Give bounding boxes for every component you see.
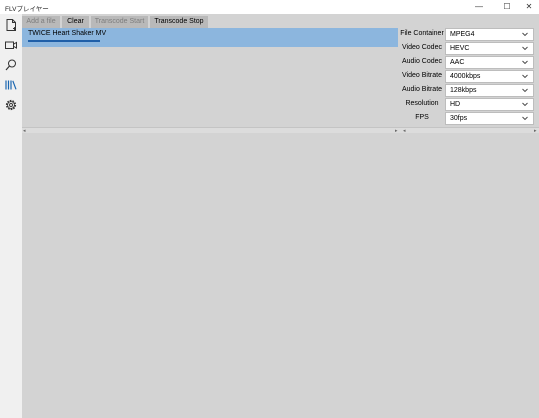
video-camera-icon[interactable] [4, 38, 18, 52]
video-codec-select[interactable]: HEVC [445, 42, 534, 55]
fps-value: 30fps [450, 115, 468, 122]
preview-area [22, 133, 539, 418]
transcode-start-button[interactable]: Transcode Start [91, 16, 148, 28]
title-bar: FLVプレイヤー — ☐ ✕ [0, 0, 539, 14]
video-bitrate-label: Video Bitrate [402, 72, 442, 79]
chevron-down-icon [521, 29, 529, 40]
audio-bitrate-value: 128kbps [450, 87, 477, 94]
search-icon[interactable] [4, 58, 18, 72]
file-container-select[interactable]: MPEG4 [445, 28, 534, 41]
file-list[interactable]: TWICE Heart Shaker MV [22, 28, 398, 143]
chevron-down-icon [521, 85, 529, 96]
sidebar [0, 14, 22, 418]
file-progress-underline [28, 40, 100, 42]
fps-label: FPS [415, 114, 429, 121]
resolution-select[interactable]: HD [445, 98, 534, 111]
chevron-down-icon [521, 43, 529, 54]
list-item[interactable]: TWICE Heart Shaker MV [22, 28, 398, 47]
add-file-button[interactable]: Add a file [22, 16, 60, 28]
resolution-label: Resolution [405, 100, 439, 107]
settings-panel: File Container MPEG4 Video Codec HEVC Au… [399, 28, 539, 128]
fps-select[interactable]: 30fps [445, 112, 534, 125]
video-bitrate-value: 4000kbps [450, 73, 481, 80]
close-button[interactable]: ✕ [516, 0, 539, 14]
chevron-down-icon [521, 113, 529, 124]
audio-bitrate-select[interactable]: 128kbps [445, 84, 534, 97]
audio-codec-label: Audio Codec [401, 58, 443, 65]
clear-button[interactable]: Clear [62, 16, 89, 28]
file-container-value: MPEG4 [450, 31, 475, 38]
file-name: TWICE Heart Shaker MV [28, 30, 107, 37]
main-content: Add a file Clear Transcode Start Transco… [22, 14, 539, 418]
chevron-down-icon [521, 71, 529, 82]
file-icon[interactable] [4, 18, 18, 32]
audio-codec-select[interactable]: AAC [445, 56, 534, 69]
chevron-down-icon [521, 57, 529, 68]
library-icon[interactable] [4, 78, 18, 92]
file-container-label: File Container [400, 30, 444, 37]
minimize-button[interactable]: — [466, 0, 492, 14]
app-title: FLVプレイヤー [5, 6, 49, 13]
resolution-value: HD [450, 101, 461, 108]
video-bitrate-select[interactable]: 4000kbps [445, 70, 534, 83]
audio-bitrate-label: Audio Bitrate [401, 86, 443, 93]
chevron-down-icon [521, 99, 529, 110]
video-codec-value: HEVC [450, 45, 470, 52]
gear-icon[interactable] [4, 98, 18, 112]
transcode-stop-button[interactable]: Transcode Stop [150, 16, 208, 28]
video-codec-label: Video Codec [402, 44, 442, 51]
audio-codec-value: AAC [450, 59, 465, 66]
